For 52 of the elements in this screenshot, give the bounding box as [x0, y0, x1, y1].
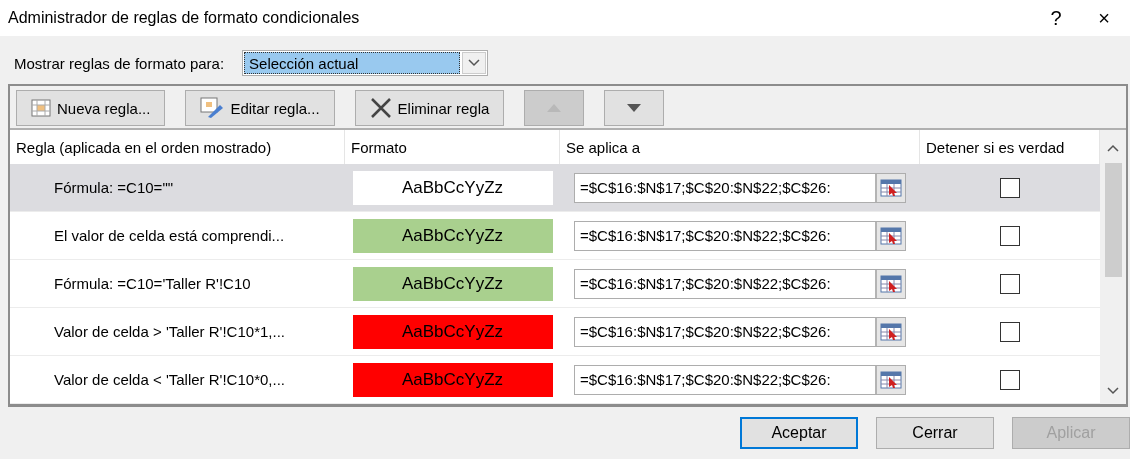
rule-text: Fórmula: =C10="" — [53, 179, 174, 196]
stop-checkbox[interactable] — [1000, 177, 1020, 198]
dialog-button[interactable]: Aceptar — [740, 417, 858, 449]
window-title: Administrador de reglas de formato condicionales — [8, 9, 361, 27]
range-select-button[interactable] — [875, 317, 905, 346]
triangle-down-icon — [627, 104, 642, 112]
chevron-down-icon[interactable] — [468, 59, 481, 67]
edit-rule-icon — [200, 97, 225, 119]
dropdown-button[interactable] — [462, 52, 487, 74]
stop-checkbox[interactable] — [1000, 369, 1020, 390]
edit-rule-button[interactable]: Editar regla... — [185, 90, 335, 126]
format-preview: AaBbCcYyZz — [352, 170, 553, 205]
new-rule-button[interactable]: Nueva regla... — [16, 90, 166, 126]
format-preview: AaBbCcYyZz — [352, 362, 553, 397]
format-preview: AaBbCcYyZz — [352, 218, 553, 253]
range-field[interactable]: =$C$16:$N$17;$C$20:$N$22;$C$26: — [574, 316, 906, 347]
format-preview: AaBbCcYyZz — [352, 314, 553, 349]
format-preview: AaBbCcYyZz — [352, 266, 553, 301]
rule-text: Fórmula: =C10='Taller R'!C10 — [53, 275, 251, 292]
scrollbar-thumb[interactable] — [1104, 163, 1122, 277]
range-field[interactable]: =$C$16:$N$17;$C$20:$N$22;$C$26: — [574, 364, 906, 395]
range-field[interactable]: =$C$16:$N$17;$C$20:$N$22;$C$26: — [574, 268, 906, 299]
range-select-button[interactable] — [875, 173, 905, 202]
scrollbar[interactable] — [1100, 130, 1126, 404]
new-rule-icon — [31, 99, 51, 117]
chevron-up-icon[interactable] — [1107, 144, 1119, 152]
close-icon — [369, 97, 392, 119]
range-picker-icon — [880, 226, 902, 245]
range-picker-icon — [880, 274, 902, 293]
chevron-down-icon[interactable] — [1107, 387, 1119, 395]
range-select-button[interactable] — [875, 269, 905, 298]
range-picker-icon — [880, 370, 902, 389]
show-rules-label: Mostrar reglas de formato para: — [14, 54, 225, 72]
stop-checkbox[interactable] — [1000, 273, 1020, 294]
dialog-button[interactable]: Cerrar — [876, 417, 994, 449]
range-select-button[interactable] — [875, 365, 905, 394]
rule-row[interactable]: Fórmula: =C10="" — [10, 164, 345, 212]
rule-text: El valor de celda está comprendi... — [53, 227, 285, 244]
range-field[interactable]: =$C$16:$N$17;$C$20:$N$22;$C$26: — [574, 172, 906, 203]
range-select-button[interactable] — [875, 221, 905, 250]
range-field[interactable]: =$C$16:$N$17;$C$20:$N$22;$C$26: — [574, 220, 906, 251]
rule-text: Valor de celda < 'Taller R'!C10*0,... — [53, 371, 285, 388]
rule-text: Valor de celda > 'Taller R'!C10*1,... — [53, 323, 285, 340]
move-down-button[interactable] — [604, 90, 665, 126]
scope-dropdown[interactable]: Selección actual — [242, 50, 489, 76]
help-button[interactable]: ? — [1034, 0, 1078, 36]
stop-checkbox[interactable] — [1000, 225, 1020, 246]
delete-rule-button[interactable]: Eliminar regla — [354, 90, 505, 126]
close-button[interactable]: × — [1078, 0, 1130, 36]
range-picker-icon — [880, 322, 902, 341]
range-picker-icon — [880, 178, 902, 197]
stop-checkbox[interactable] — [1000, 321, 1020, 342]
